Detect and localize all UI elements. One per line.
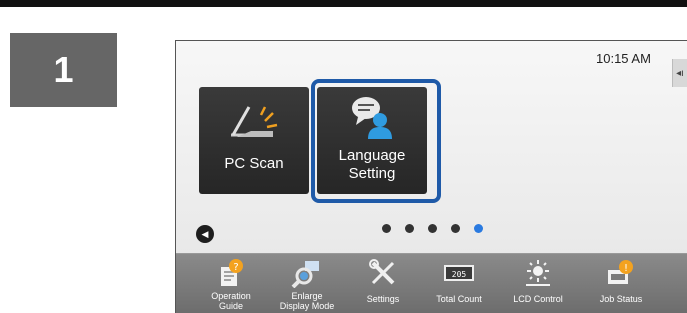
bottom-action-bar: ? Operation Guide Enlarge Display Mode S… — [176, 253, 687, 313]
page-dot-5-active[interactable] — [474, 224, 483, 233]
page-indicator — [382, 224, 483, 233]
svg-text:!: ! — [624, 263, 628, 274]
language-person-icon — [352, 97, 392, 139]
page-dot-1[interactable] — [382, 224, 391, 233]
step-number: 1 — [10, 33, 117, 107]
wrench-screwdriver-icon — [369, 259, 395, 285]
lcd-control-label: LCD Control — [513, 294, 563, 304]
page-dot-2[interactable] — [405, 224, 414, 233]
tile-pc-scan[interactable]: PC Scan — [199, 87, 309, 194]
job-status-button[interactable]: ! Job Status — [586, 254, 656, 313]
operation-guide-icon: ? — [221, 259, 243, 286]
scanner-icon — [231, 106, 278, 137]
settings-button[interactable]: Settings — [348, 254, 418, 313]
job-status-icon: ! — [608, 260, 633, 284]
side-panel-handle[interactable]: ◂ı — [672, 59, 687, 87]
page-dot-3[interactable] — [428, 224, 437, 233]
enlarge-display-mode-label: Enlarge Display Mode — [279, 291, 335, 311]
brightness-icon — [526, 260, 550, 286]
back-arrow-button[interactable]: ◀ — [196, 225, 214, 243]
operation-guide-label: Operation Guide — [211, 291, 251, 311]
status-clock: 10:15 AM — [596, 51, 651, 66]
touch-screen: 10:15 AM ◂ı PC Scan Language Setting ◀ ?… — [175, 40, 687, 313]
total-count-label: Total Count — [436, 294, 482, 304]
tile-language-setting[interactable]: Language Setting — [317, 87, 427, 194]
enlarge-display-mode-button[interactable]: Enlarge Display Mode — [272, 254, 342, 313]
lcd-control-button[interactable]: LCD Control — [503, 254, 573, 313]
top-rule — [0, 0, 687, 7]
counter-icon: 205 — [444, 265, 474, 281]
total-count-button[interactable]: 205 Total Count — [424, 254, 494, 313]
settings-label: Settings — [366, 294, 400, 304]
svg-text:205: 205 — [452, 270, 467, 279]
tile-language-setting-label: Language Setting — [338, 147, 406, 182]
tile-pc-scan-label: PC Scan — [224, 155, 284, 172]
magnifier-icon — [291, 261, 319, 288]
page-dot-4[interactable] — [451, 224, 460, 233]
operation-guide-button[interactable]: ? Operation Guide — [196, 254, 266, 313]
job-status-label: Job Status — [599, 294, 643, 304]
svg-text:?: ? — [233, 262, 238, 273]
